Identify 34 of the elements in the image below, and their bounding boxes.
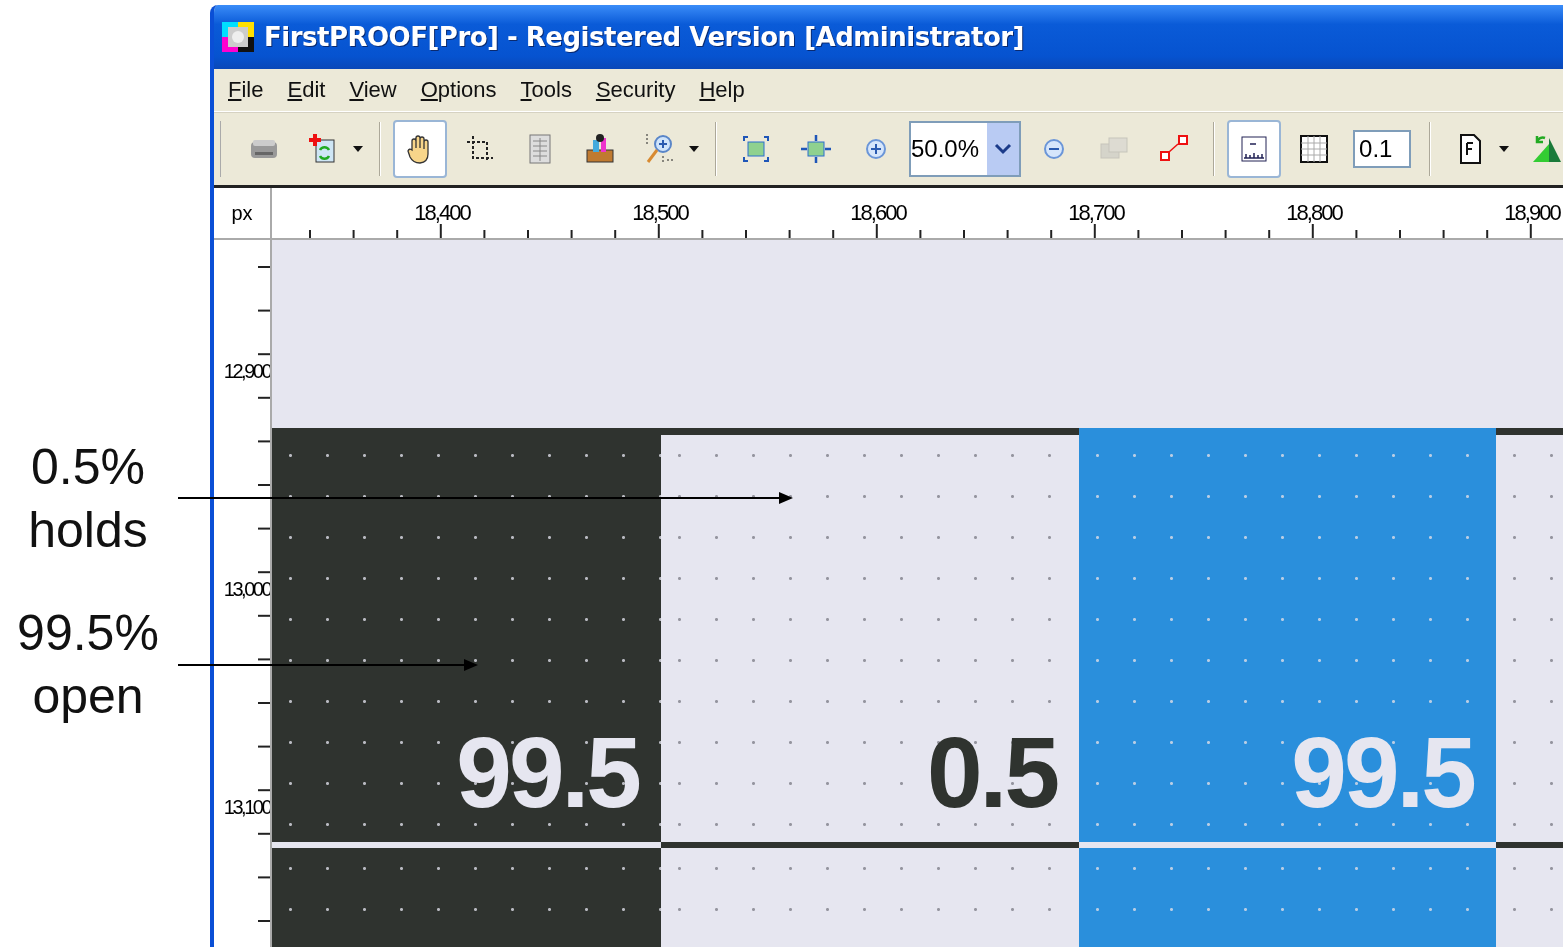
ruler-label: 13,100: [223, 796, 270, 819]
ruler-unit: px: [231, 201, 253, 225]
menu-item[interactable]: Security: [595, 77, 676, 103]
annotation-label: 0.5% holds: [27, 438, 149, 560]
ruler-label: 18,700: [1068, 200, 1124, 226]
ruler-label: 18,400: [414, 200, 470, 226]
ruler-label: 18,500: [632, 200, 688, 226]
chevron-down-icon: [994, 143, 1013, 155]
toolbar-button[interactable]: [393, 120, 447, 178]
zoom-dropdown[interactable]: 50.0%: [909, 121, 1022, 177]
patch-value: 99.5: [1291, 722, 1474, 822]
grid-size-field[interactable]: 0.1: [1353, 130, 1412, 168]
ruler-label: 18,900: [1504, 200, 1560, 226]
annotation-label: 99.5% open: [16, 604, 160, 726]
toolbar-button[interactable]: [1227, 120, 1282, 178]
menu-item[interactable]: Tools: [520, 77, 572, 103]
caret-icon[interactable]: [1499, 146, 1510, 152]
ruler-label: 18,600: [850, 200, 906, 226]
menu-item[interactable]: Edit: [287, 77, 326, 103]
menu-item[interactable]: Help: [699, 77, 745, 103]
ruler-label: 18,800: [1286, 200, 1342, 226]
patch-value: 0.5: [927, 722, 1057, 822]
caret-icon[interactable]: [353, 146, 363, 152]
window-title: FirstPROOF[Pro] - Registered Version [Administrator]: [264, 22, 1024, 52]
app-icon: [222, 22, 254, 52]
caret-icon[interactable]: [689, 146, 699, 152]
toolbox-icon: [583, 132, 617, 166]
ruler-label: 12,900: [223, 360, 270, 383]
fit-width-icon: [799, 132, 833, 166]
menu-item[interactable]: File: [228, 77, 264, 103]
ruler-label: 13,000: [223, 578, 270, 601]
menu-item[interactable]: View: [349, 77, 397, 103]
patch-value: 99.5: [456, 722, 639, 822]
menu-item[interactable]: Options: [420, 77, 497, 103]
